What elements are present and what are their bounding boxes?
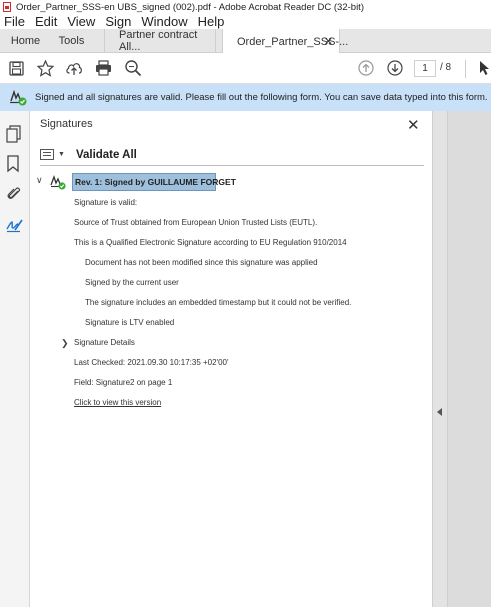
panel-collapse-splitter[interactable] bbox=[432, 111, 448, 607]
detail-signature-valid: Signature is valid: bbox=[74, 198, 138, 207]
window-title: Order_Partner_SSS-en UBS_signed (002).pd… bbox=[16, 1, 364, 13]
revision-label[interactable]: Rev. 1: Signed by GUILLAUME FORGET bbox=[72, 173, 236, 191]
page-number-input[interactable]: 1 bbox=[414, 60, 436, 77]
page-total: / 8 bbox=[440, 62, 452, 73]
detail-timestamp: The signature includes an embedded times… bbox=[85, 298, 352, 307]
validate-all-button[interactable]: Validate All bbox=[76, 149, 137, 161]
tab-document-partner-contract-label: Partner contract All... bbox=[119, 29, 198, 53]
menu-view[interactable]: View bbox=[67, 14, 95, 29]
tab-bar: Home Tools Partner contract All... Order… bbox=[0, 29, 491, 54]
signature-details-toggle[interactable]: Signature Details bbox=[74, 338, 135, 347]
panel-title: Signatures bbox=[40, 118, 93, 130]
select-cursor-icon[interactable] bbox=[476, 59, 491, 77]
left-navigation-rail bbox=[0, 111, 30, 607]
detail-qualified-signature: This is a Qualified Electronic Signature… bbox=[74, 238, 347, 247]
upload-cloud-icon[interactable] bbox=[65, 59, 83, 77]
signature-status-message: Signed and all signatures are valid. Ple… bbox=[35, 92, 488, 103]
tab-home[interactable]: Home bbox=[0, 29, 51, 53]
tab-tools[interactable]: Tools bbox=[51, 29, 92, 53]
toolbar-divider bbox=[465, 60, 466, 78]
tab-document-order-partner[interactable]: Order_Partner_SSS-... ✕ bbox=[222, 29, 348, 54]
chevron-down-icon[interactable]: ∨ bbox=[36, 175, 43, 186]
attachments-paperclip-icon[interactable] bbox=[6, 185, 24, 203]
menu-edit[interactable]: Edit bbox=[35, 14, 57, 29]
window-titlebar: Order_Partner_SSS-en UBS_signed (002).pd… bbox=[0, 0, 491, 14]
zoom-search-icon[interactable] bbox=[124, 59, 142, 77]
previous-page-icon[interactable] bbox=[357, 59, 375, 77]
menu-window[interactable]: Window bbox=[141, 14, 187, 29]
menu-help[interactable]: Help bbox=[198, 14, 225, 29]
menu-sign[interactable]: Sign bbox=[105, 14, 131, 29]
main-toolbar: 1 / 8 bbox=[0, 53, 491, 84]
signature-revision-row[interactable]: ∨ Rev. 1: Signed by GUILLAUME FORGET bbox=[36, 172, 296, 192]
document-view-area[interactable] bbox=[448, 111, 491, 607]
save-icon[interactable] bbox=[7, 59, 25, 77]
collapse-arrow-icon[interactable] bbox=[437, 408, 442, 416]
page-thumbnails-icon[interactable] bbox=[6, 125, 24, 143]
chevron-right-icon[interactable]: ❯ bbox=[61, 338, 69, 349]
options-menu-icon[interactable] bbox=[40, 149, 54, 160]
tab-document-partner-contract[interactable]: Partner contract All... bbox=[104, 29, 216, 53]
chevron-down-icon[interactable]: ▼ bbox=[58, 151, 65, 158]
print-icon[interactable] bbox=[94, 59, 112, 77]
detail-not-modified: Document has not been modified since thi… bbox=[85, 258, 318, 267]
pdf-app-icon bbox=[3, 2, 11, 12]
signature-valid-icon bbox=[9, 88, 27, 106]
signature-panel-icon[interactable] bbox=[6, 217, 24, 235]
close-panel-icon[interactable]: ✕ bbox=[407, 116, 420, 134]
detail-field: Field: Signature2 on page 1 bbox=[74, 378, 173, 387]
signature-valid-icon bbox=[50, 174, 66, 190]
detail-source-of-trust: Source of Trust obtained from European U… bbox=[74, 218, 318, 227]
detail-last-checked: Last Checked: 2021.09.30 10:17:35 +02'00… bbox=[74, 358, 229, 367]
detail-ltv-enabled: Signature is LTV enabled bbox=[85, 318, 175, 327]
close-tab-icon[interactable]: ✕ bbox=[324, 35, 333, 48]
validate-all-row: ▼ Validate All bbox=[40, 144, 424, 166]
next-page-icon[interactable] bbox=[386, 59, 404, 77]
signatures-panel: Signatures ✕ ▼ Validate All ∨ Rev. 1: Si… bbox=[30, 111, 432, 607]
bookmark-star-icon[interactable] bbox=[36, 59, 54, 77]
menu-bar: File Edit View Sign Window Help bbox=[0, 14, 491, 29]
detail-signed-by-user: Signed by the current user bbox=[85, 278, 179, 287]
menu-file[interactable]: File bbox=[4, 14, 25, 29]
view-version-link[interactable]: Click to view this version bbox=[74, 398, 161, 407]
signature-status-bar: Signed and all signatures are valid. Ple… bbox=[0, 84, 491, 111]
bookmarks-icon[interactable] bbox=[6, 155, 24, 173]
